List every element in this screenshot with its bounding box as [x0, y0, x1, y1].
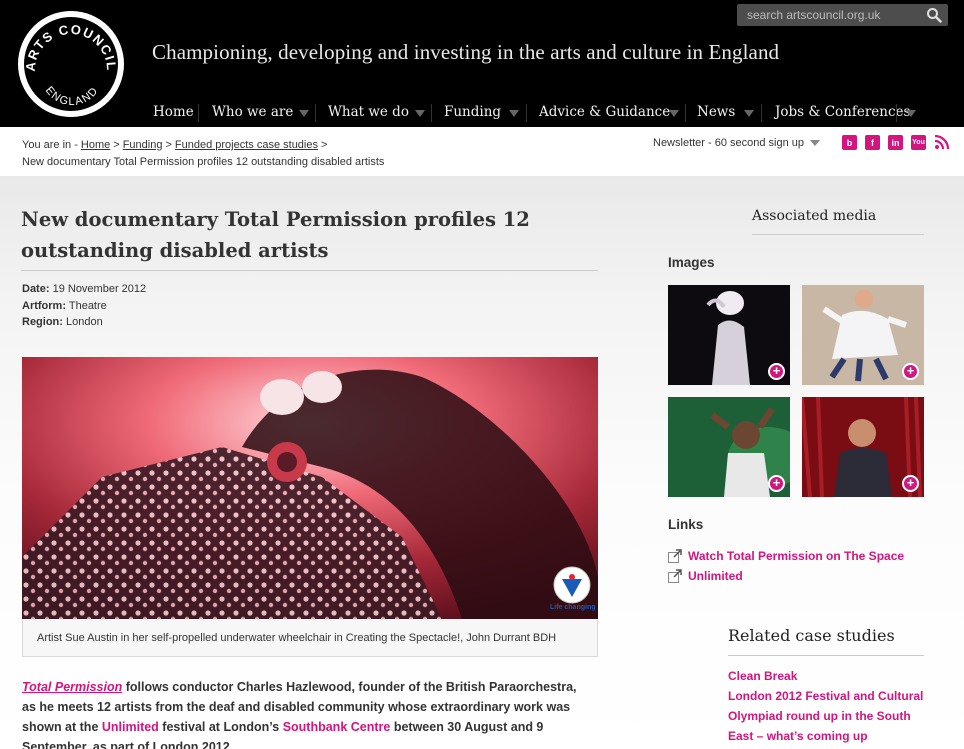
- related-list: Clean Break London 2012 Festival and Cul…: [728, 666, 928, 746]
- chevron-down-icon[interactable]: [810, 140, 821, 146]
- article-meta: Date: 19 November 2012 Artform: Theatre …: [22, 281, 146, 331]
- enlarge-icon[interactable]: +: [902, 475, 919, 492]
- search-box: [737, 4, 948, 26]
- thumbnail-image[interactable]: +: [668, 397, 790, 497]
- breadcrumb-home[interactable]: Home: [81, 139, 110, 151]
- newsletter-label[interactable]: Newsletter - 60 second sign up: [653, 137, 804, 149]
- arts-council-logo[interactable]: ARTS COUNCIL ENGLAND: [17, 10, 125, 118]
- page-title: New documentary Total Permission profile…: [21, 208, 530, 262]
- nav-funding[interactable]: Funding: [444, 100, 501, 124]
- breadcrumb-case-studies[interactable]: Funded projects case studies: [175, 139, 318, 151]
- breadcrumb-prefix: You are in -: [22, 139, 78, 151]
- watch-total-permission-link[interactable]: Watch Total Permission on The Space: [688, 549, 904, 563]
- bebo-icon[interactable]: b: [842, 135, 857, 150]
- search-icon[interactable]: [926, 7, 942, 23]
- breadcrumb-current: New documentary Total Permission profile…: [22, 156, 385, 168]
- newsletter-signup[interactable]: Newsletter - 60 second sign up: [653, 137, 821, 149]
- linkedin-icon[interactable]: in: [888, 135, 903, 150]
- enlarge-icon[interactable]: +: [768, 475, 785, 492]
- images-heading: Images: [668, 255, 715, 270]
- divider: [728, 655, 924, 656]
- enlarge-icon[interactable]: +: [902, 363, 919, 380]
- rss-icon[interactable]: [934, 135, 949, 150]
- artform-label: Artform:: [22, 299, 66, 312]
- breadcrumb-funding[interactable]: Funding: [123, 139, 163, 151]
- external-link-icon: [668, 569, 682, 583]
- youtube-icon[interactable]: You: [911, 135, 926, 150]
- date-value: 19 November 2012: [52, 283, 147, 295]
- article-body: Total Permission follows conductor Charl…: [22, 680, 577, 749]
- artform-value: Theatre: [68, 299, 107, 312]
- enlarge-icon[interactable]: +: [768, 363, 785, 380]
- chevron-down-icon[interactable]: [415, 110, 425, 117]
- date-label: Date:: [22, 283, 50, 295]
- nav-home[interactable]: Home: [153, 100, 194, 124]
- thumbnail-image[interactable]: +: [802, 285, 924, 385]
- sidebar-link[interactable]: Watch Total Permission on The Space: [668, 549, 904, 563]
- region-value: London: [66, 316, 103, 328]
- external-link-icon: [668, 549, 682, 563]
- nav-advice-guidance[interactable]: Advice & Guidance: [539, 100, 670, 124]
- associated-media-heading: Associated media: [752, 208, 877, 224]
- total-permission-link[interactable]: Total Permission: [22, 680, 122, 694]
- breadcrumb: You are in - Home > Funding > Funded project…: [22, 137, 384, 171]
- sidebar-link[interactable]: Unlimited: [668, 569, 743, 583]
- site-header: ARTS COUNCIL ENGLAND Championing, develo…: [0, 0, 964, 127]
- thumbnail-image[interactable]: +: [668, 285, 790, 385]
- links-heading: Links: [668, 517, 704, 532]
- divider: [21, 270, 598, 271]
- nav-who-we-are[interactable]: Who we are: [212, 100, 293, 124]
- divider: [752, 234, 924, 235]
- region-label: Region:: [22, 316, 63, 328]
- southbank-centre-link[interactable]: Southbank Centre: [283, 720, 391, 734]
- chevron-down-icon[interactable]: [906, 110, 916, 117]
- unlimited-link[interactable]: Unlimited: [102, 720, 159, 734]
- nav-news[interactable]: News: [697, 100, 735, 124]
- related-item-london-2012[interactable]: London 2012 Festival and Cultural Olympi…: [728, 686, 928, 746]
- facebook-icon[interactable]: f: [865, 135, 880, 150]
- nav-jobs-conferences[interactable]: Jobs & Conferences: [775, 100, 910, 124]
- chevron-down-icon[interactable]: [669, 110, 679, 117]
- thumbnail-image[interactable]: +: [802, 397, 924, 497]
- chevron-down-icon[interactable]: [299, 110, 309, 117]
- image-caption: Artist Sue Austin in her self-propelled …: [22, 619, 598, 657]
- lottery-badge: Life changing: [550, 604, 596, 611]
- unlimited-sidebar-link[interactable]: Unlimited: [688, 569, 743, 583]
- related-item-clean-break[interactable]: Clean Break: [728, 666, 928, 686]
- site-tagline: Championing, developing and investing in…: [152, 40, 780, 64]
- chevron-down-icon[interactable]: [744, 110, 754, 117]
- chevron-down-icon[interactable]: [509, 110, 519, 117]
- search-input[interactable]: [737, 4, 922, 26]
- social-links: b f in You: [842, 135, 949, 150]
- nav-what-we-do[interactable]: What we do: [328, 100, 409, 124]
- hero-image: Life changing: [22, 357, 598, 619]
- related-case-studies-heading: Related case studies: [728, 626, 895, 645]
